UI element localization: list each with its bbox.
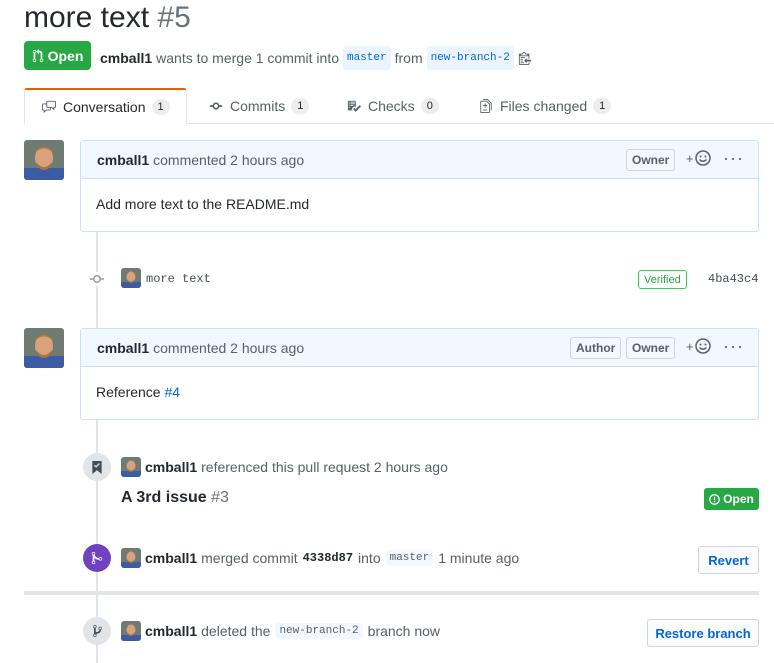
tab-commits-count: 1 (291, 98, 310, 114)
merged-time[interactable]: 1 minute ago (438, 550, 519, 566)
comment-header: cmball1 commented 2 hours ago Owner + ··… (81, 141, 758, 179)
tab-checks-count: 0 (420, 98, 439, 114)
smiley-icon (694, 338, 711, 354)
user-avatar-image (24, 328, 64, 368)
referenced-issue[interactable]: A 3rd issue #3 (121, 489, 229, 507)
commit-sha[interactable]: 4ba43c4 (708, 272, 758, 286)
comment-body: Reference #4 (81, 367, 758, 417)
pr-number: #5 (157, 1, 191, 34)
issue-state-label: Open (723, 492, 754, 506)
pr-merge-text: wants to merge 1 commit into (156, 50, 339, 66)
file-diff-icon (480, 99, 492, 113)
tab-commits-label: Commits (230, 98, 286, 114)
verified-badge[interactable]: Verified (638, 270, 687, 289)
commit-message[interactable]: more text (146, 272, 211, 286)
comment-author[interactable]: cmball1 (97, 340, 149, 356)
tab-commits[interactable]: Commits 1 (192, 88, 325, 124)
git-branch-icon (83, 617, 111, 645)
referenced-issue-title: A 3rd issue (121, 489, 207, 506)
head-branch[interactable]: new-branch-2 (426, 46, 514, 70)
react-plus: + (686, 150, 694, 166)
pr-state-badge: Open (24, 41, 91, 70)
checklist-icon (347, 100, 361, 112)
pr-meta-line: cmball1 wants to merge 1 commit into mas… (100, 46, 532, 70)
restore-branch-button[interactable]: Restore branch (647, 619, 759, 647)
pr-tabs: Conversation 1 Commits 1 Checks 0 Files … (24, 88, 774, 125)
owner-label: Owner (626, 337, 676, 359)
comment-body: Add more text to the README.md (96, 196, 310, 212)
comment-box: cmball1 commented 2 hours ago Owner + ··… (80, 140, 759, 232)
git-merge-icon (83, 544, 111, 572)
tab-files-changed-count: 1 (593, 98, 612, 114)
issue-state-badge: Open (704, 488, 759, 510)
user-avatar-image (24, 140, 64, 180)
deleted-text: deleted the (201, 623, 271, 639)
commit-dot-icon (89, 272, 105, 289)
pr-state-label: Open (47, 47, 84, 64)
referenced-issue-number: #3 (211, 489, 229, 506)
pr-author-link[interactable]: cmball1 (100, 48, 152, 68)
reference-event: cmball1 referenced this pull request 2 h… (121, 457, 448, 477)
tab-conversation-count: 1 (151, 99, 170, 115)
add-reaction-button[interactable]: + (686, 150, 711, 166)
pr-from-text: from (394, 50, 423, 66)
merged-author[interactable]: cmball1 (145, 550, 197, 566)
pr-title-text: more text (24, 1, 150, 34)
comment-header: cmball1 commented 2 hours ago Author Own… (81, 329, 758, 367)
pr-title: more text #5 (24, 0, 191, 36)
pull-request-icon (32, 48, 43, 62)
deleted-branch-event: cmball1 deleted the new-branch-2 branch … (121, 621, 440, 641)
comment-timestamp[interactable]: commented 2 hours ago (153, 340, 304, 356)
timeline-divider (24, 591, 759, 595)
deleted-time-text: branch now (367, 623, 441, 639)
reference-avatar[interactable] (121, 457, 141, 477)
commit-avatar[interactable] (121, 268, 141, 288)
avatar[interactable] (24, 140, 64, 180)
tab-files-changed-label: Files changed (500, 98, 588, 114)
revert-button[interactable]: Revert (698, 546, 759, 574)
kebab-horizontal-icon[interactable]: ··· (723, 336, 744, 357)
merged-text: merged commit (201, 550, 298, 566)
timeline-line (96, 232, 98, 663)
comment-box: cmball1 commented 2 hours ago Author Own… (80, 328, 759, 420)
deleted-author[interactable]: cmball1 (145, 623, 197, 639)
merged-avatar[interactable] (121, 548, 141, 568)
react-plus: + (686, 338, 694, 354)
user-avatar-image (121, 621, 141, 641)
merged-into-text: into (358, 550, 381, 566)
avatar[interactable] (24, 328, 64, 368)
bookmark-icon (83, 453, 111, 481)
add-reaction-button[interactable]: + (686, 338, 711, 354)
comment-body-text: Reference (96, 384, 161, 400)
comment-author[interactable]: cmball1 (97, 152, 149, 168)
merged-commit-sha[interactable]: 4338d87 (303, 551, 353, 565)
user-avatar-image (121, 457, 141, 477)
smiley-icon (694, 150, 711, 166)
issue-opened-icon (709, 493, 720, 505)
kebab-horizontal-icon[interactable]: ··· (723, 148, 744, 169)
tab-files-changed[interactable]: Files changed 1 (462, 88, 627, 124)
comment-timestamp[interactable]: commented 2 hours ago (153, 152, 304, 168)
copy-icon[interactable] (518, 51, 532, 65)
owner-label: Owner (626, 149, 676, 171)
base-branch[interactable]: master (343, 46, 391, 70)
comment-discussion-icon (42, 100, 56, 114)
deleted-avatar[interactable] (121, 621, 141, 641)
git-commit-icon (209, 102, 223, 110)
reference-author[interactable]: cmball1 (145, 459, 197, 475)
user-avatar-image (121, 548, 141, 568)
reference-text: referenced this pull request 2 hours ago (201, 459, 448, 475)
tab-conversation-label: Conversation (63, 99, 146, 115)
user-avatar-image (121, 268, 141, 288)
deleted-branch-name: new-branch-2 (275, 623, 363, 639)
issue-reference-link[interactable]: #4 (164, 384, 180, 400)
author-label: Author (570, 337, 622, 359)
merged-event: cmball1 merged commit 4338d87 into maste… (121, 548, 519, 568)
tab-checks-label: Checks (368, 98, 415, 114)
merged-base-branch[interactable]: master (385, 550, 434, 566)
tab-conversation[interactable]: Conversation 1 (24, 88, 187, 125)
tab-checks[interactable]: Checks 0 (330, 88, 455, 124)
